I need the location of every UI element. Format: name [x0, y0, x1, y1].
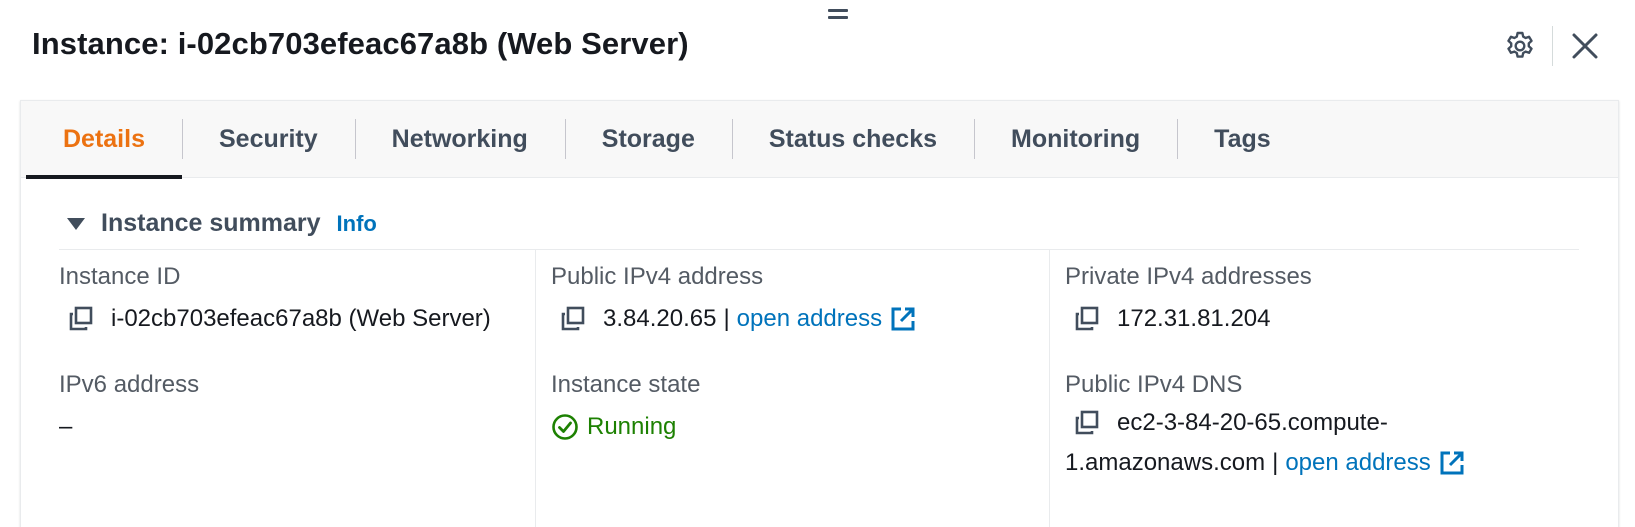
- summary-column-3: Private IPv4 addresses 172.31.81.204 Pub…: [1049, 249, 1564, 527]
- copy-icon[interactable]: [1073, 305, 1101, 333]
- close-button[interactable]: [1565, 26, 1605, 66]
- drag-handle-bar: [828, 16, 848, 19]
- gear-icon: [1507, 31, 1533, 58]
- resize-drag-handle[interactable]: [826, 6, 850, 20]
- tab-tags[interactable]: Tags: [1177, 101, 1308, 177]
- open-address-link[interactable]: open address: [737, 305, 882, 333]
- private-ipv4-value: 172.31.81.204: [1117, 305, 1271, 332]
- ipv6-label: IPv6 address: [59, 371, 200, 398]
- header-divider: [1552, 26, 1553, 66]
- public-dns-value-part-2: 1.amazonaws.com: [1065, 449, 1266, 476]
- instance-id-value-row: i-02cb703efeac67a8b (Web Server): [59, 305, 491, 333]
- private-ipv4-label: Private IPv4 addresses: [1065, 263, 1312, 290]
- private-ipv4-field: Private IPv4 addresses 172.31.81.204: [1065, 263, 1312, 333]
- public-ipv4-label: Public IPv4 address: [551, 263, 764, 290]
- section-title: Instance summary: [101, 209, 321, 237]
- tab-security[interactable]: Security: [181, 101, 355, 177]
- summary-column-2: Public IPv4 address 3.84.20.65 | open ad…: [535, 249, 1050, 527]
- drag-handle-bar: [828, 9, 848, 12]
- public-ipv4-value-row: 3.84.20.65 | open address: [551, 305, 916, 333]
- copy-icon[interactable]: [559, 305, 587, 333]
- success-check-icon: [552, 414, 578, 440]
- tab-details[interactable]: Details: [26, 101, 182, 179]
- public-dns-field: Public IPv4 DNS ec2-3-84-20-65.compute- …: [1065, 371, 1465, 483]
- public-ipv4-value: 3.84.20.65: [603, 305, 717, 332]
- info-link[interactable]: Info: [337, 211, 377, 237]
- private-ipv4-value-row: 172.31.81.204: [1065, 305, 1312, 333]
- tab-status-checks[interactable]: Status checks: [731, 101, 974, 177]
- tab-monitoring[interactable]: Monitoring: [974, 101, 1177, 177]
- public-dns-label: Public IPv4 DNS: [1065, 371, 1243, 398]
- ipv6-field: IPv6 address –: [59, 371, 199, 441]
- instance-id-label: Instance ID: [59, 263, 181, 290]
- public-dns-value-part-1: ec2-3-84-20-65.compute-: [1117, 409, 1388, 436]
- public-dns-value: ec2-3-84-20-65.compute- 1.amazonaws.com …: [1065, 403, 1465, 483]
- external-link-icon[interactable]: [1439, 450, 1465, 476]
- instance-details-panel: Instance: i-02cb703efeac67a8b (Web Serve…: [0, 0, 1635, 527]
- public-dns-line-2: 1.amazonaws.com | open address: [1065, 443, 1465, 483]
- tab-bar: Details Security Networking Storage Stat…: [21, 101, 1618, 179]
- tab-networking[interactable]: Networking: [354, 101, 565, 177]
- public-ipv4-field: Public IPv4 address 3.84.20.65 | open ad…: [551, 263, 916, 333]
- separator: |: [723, 305, 730, 332]
- header-actions: [1500, 26, 1605, 66]
- close-icon: [1572, 33, 1598, 59]
- instance-state-label: Instance state: [551, 371, 701, 398]
- summary-column-1: Instance ID i-02cb703efeac67a8b (Web Ser…: [59, 249, 535, 527]
- tab-storage[interactable]: Storage: [564, 101, 732, 177]
- page-title: Instance: i-02cb703efeac67a8b (Web Serve…: [32, 26, 689, 61]
- status-badge: Running: [551, 413, 700, 441]
- public-dns-line-1: ec2-3-84-20-65.compute-: [1065, 403, 1465, 443]
- instance-id-field: Instance ID i-02cb703efeac67a8b (Web Ser…: [59, 263, 491, 333]
- instance-summary-header: Instance summary Info: [67, 209, 377, 238]
- instance-id-value: i-02cb703efeac67a8b (Web Server): [111, 305, 491, 332]
- details-container: Details Security Networking Storage Stat…: [20, 100, 1619, 527]
- open-address-link[interactable]: open address: [1285, 443, 1430, 483]
- external-link-icon[interactable]: [890, 306, 916, 332]
- settings-button[interactable]: [1500, 26, 1540, 66]
- separator: |: [1272, 449, 1279, 476]
- ipv6-value: –: [59, 413, 73, 440]
- instance-state-field: Instance state Running: [551, 371, 700, 441]
- collapse-caret-icon[interactable]: [67, 217, 85, 230]
- instance-state-value: Running: [587, 413, 677, 440]
- copy-icon[interactable]: [67, 305, 95, 333]
- copy-icon[interactable]: [1073, 409, 1101, 437]
